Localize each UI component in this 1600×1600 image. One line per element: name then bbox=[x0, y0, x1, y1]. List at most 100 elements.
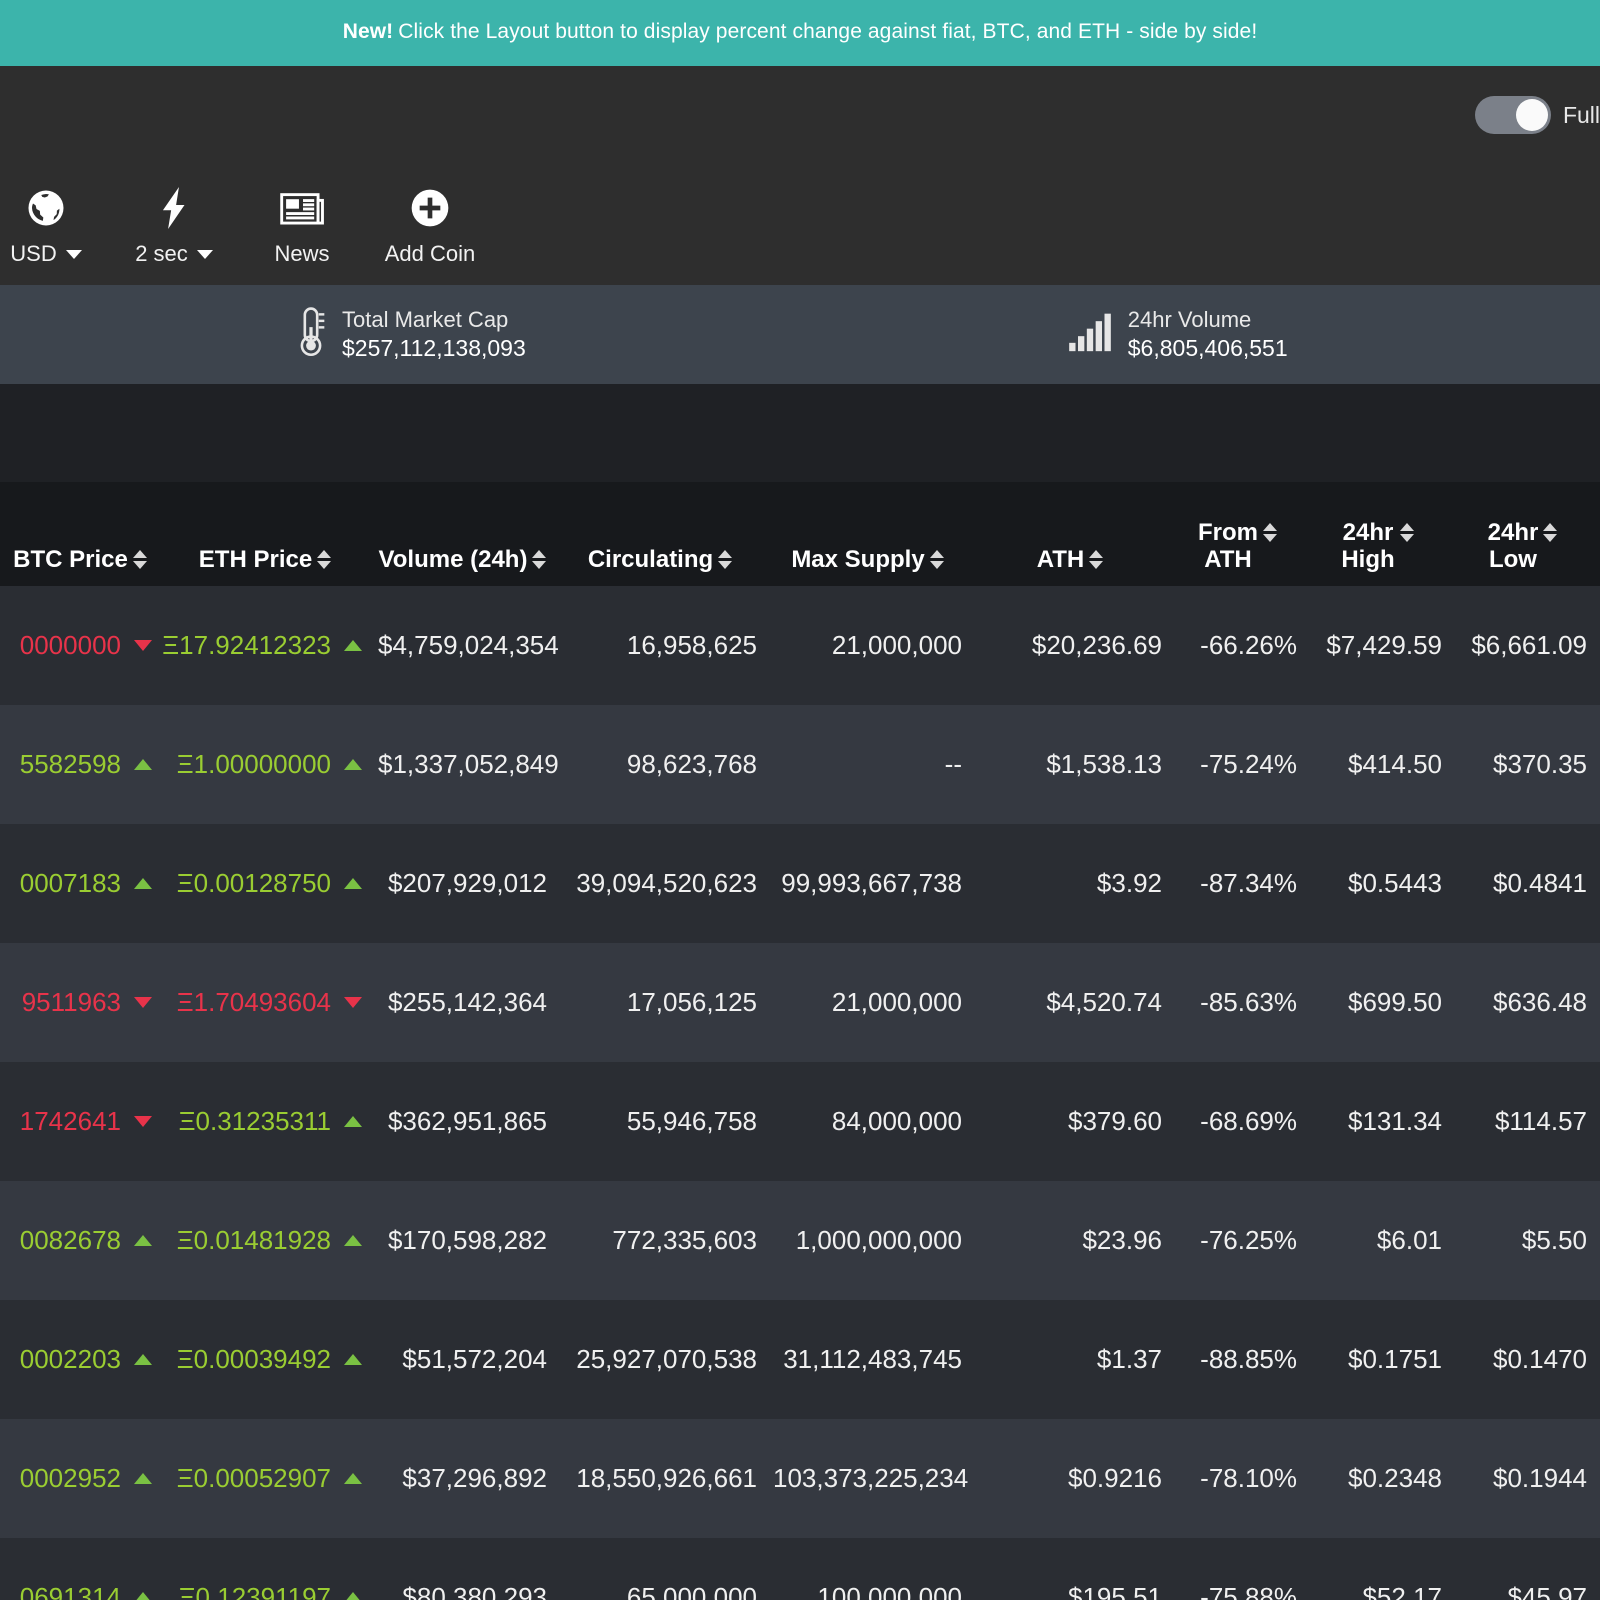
fullscreen-toggle-switch[interactable] bbox=[1474, 96, 1551, 134]
sort-icon[interactable] bbox=[929, 550, 944, 569]
cell-24hr-high: $6.01 bbox=[1376, 1225, 1442, 1255]
triangle-down-icon bbox=[134, 640, 152, 651]
sort-icon[interactable] bbox=[1263, 523, 1277, 543]
volume-24hr-text: 24hr Volume $6,805,406,551 bbox=[1128, 307, 1288, 362]
cell-from-ath: -75.24% bbox=[1200, 749, 1297, 779]
table-body: 0000000 Ξ17.92412323 $4,759,024,354 16,958,… bbox=[0, 586, 1600, 1600]
cell-clipped bbox=[1595, 943, 1600, 1062]
cell-volume-24h: $1,337,052,849 bbox=[378, 749, 559, 779]
cell-eth-price-value: Ξ0.00128750 bbox=[176, 868, 331, 898]
sort-icon[interactable] bbox=[132, 550, 147, 569]
column-header-max-supply[interactable]: Max Supply bbox=[765, 482, 970, 586]
total-market-cap-text: Total Market Cap $257,112,138,093 bbox=[342, 307, 526, 362]
fullscreen-toggle-group[interactable]: Full bbox=[1474, 96, 1600, 134]
cell-volume-24h: $362,951,865 bbox=[387, 1106, 547, 1136]
cell-from-ath: -76.25% bbox=[1200, 1225, 1297, 1255]
refresh-interval-value: 2 sec bbox=[135, 241, 188, 266]
sort-icon[interactable] bbox=[317, 550, 332, 569]
cell-clipped: $ bbox=[1595, 586, 1600, 705]
table-top-spacer bbox=[0, 384, 1600, 482]
cell-eth-price: Ξ1.00000000 bbox=[160, 705, 370, 824]
column-header-volume-24h[interactable]: Volume (24h) bbox=[370, 482, 555, 586]
cell-circulating: 25,927,070,538 bbox=[576, 1344, 757, 1374]
cell-btc-price-value: 0002952 bbox=[19, 1463, 121, 1493]
column-header-max-supply-label: Max Supply bbox=[791, 546, 925, 573]
cell-btc-price-value: 0002203 bbox=[19, 1344, 121, 1374]
triangle-down-icon bbox=[344, 997, 362, 1008]
cell-24hr-low: $0.1470 bbox=[1493, 1344, 1587, 1374]
column-header-24hr-high[interactable]: 24hr High bbox=[1305, 482, 1450, 586]
sort-icon[interactable] bbox=[1543, 523, 1558, 543]
add-coin-button-label: Add Coin bbox=[384, 241, 476, 266]
cell-btc-price-value: 0007183 bbox=[19, 868, 121, 898]
triangle-up-icon bbox=[344, 878, 362, 889]
cell-clipped bbox=[1595, 1181, 1600, 1300]
cell-24hr-high: $699.50 bbox=[1348, 987, 1442, 1017]
cell-ath: $20,236.69 bbox=[1031, 630, 1162, 660]
cell-ath: $23.96 bbox=[1082, 1225, 1162, 1255]
refresh-interval-selector[interactable]: 2 sec bbox=[110, 185, 238, 267]
sort-icon[interactable] bbox=[1089, 550, 1104, 569]
cell-max-supply: 84,000,000 bbox=[831, 1106, 962, 1136]
add-coin-button[interactable]: Add Coin bbox=[366, 185, 494, 267]
table-row[interactable]: 0691314 Ξ0.12391197 $80,380,293 65,000,000 1… bbox=[0, 1538, 1600, 1600]
refresh-interval-label: 2 sec bbox=[135, 241, 213, 267]
cell-from-ath: -87.34% bbox=[1200, 868, 1297, 898]
cell-btc-price-value: 0691314 bbox=[19, 1582, 121, 1600]
table-row[interactable]: 0002203 Ξ0.00039492 $51,572,204 25,927,070,… bbox=[0, 1300, 1600, 1419]
triangle-up-icon bbox=[134, 1592, 152, 1600]
column-header-from-ath[interactable]: From ATH bbox=[1170, 482, 1305, 586]
cell-circulating: 18,550,926,661 bbox=[576, 1463, 757, 1493]
table-row[interactable]: 0000000 Ξ17.92412323 $4,759,024,354 16,958,… bbox=[0, 586, 1600, 705]
column-header-btc-price[interactable]: BTC Price bbox=[0, 482, 160, 586]
cell-circulating: 39,094,520,623 bbox=[576, 868, 757, 898]
cell-24hr-high: $0.1751 bbox=[1348, 1344, 1442, 1374]
sort-icon[interactable] bbox=[532, 550, 547, 569]
table-row[interactable]: 1742641 Ξ0.31235311 $362,951,865 55,946,758… bbox=[0, 1062, 1600, 1181]
column-header-circulating[interactable]: Circulating bbox=[555, 482, 765, 586]
cell-ath: $0.9216 bbox=[1068, 1463, 1162, 1493]
cell-volume-24h: $207,929,012 bbox=[387, 868, 547, 898]
cell-max-supply: 31,112,483,745 bbox=[783, 1344, 962, 1374]
toolbar-region: Full USD 2 sec News Add Coin bbox=[0, 66, 1600, 285]
cell-eth-price-value: Ξ1.00000000 bbox=[176, 749, 331, 779]
triangle-up-icon bbox=[344, 1592, 362, 1600]
cell-clipped: $ bbox=[1595, 824, 1600, 943]
thermometer-icon bbox=[296, 306, 326, 363]
table-row[interactable]: 0002952 Ξ0.00052907 $37,296,892 18,550,926,… bbox=[0, 1419, 1600, 1538]
triangle-up-icon bbox=[134, 759, 152, 770]
table-row[interactable]: 0007183 Ξ0.00128750 $207,929,012 39,094,520… bbox=[0, 824, 1600, 943]
total-market-cap-stat: Total Market Cap $257,112,138,093 bbox=[296, 306, 526, 363]
cell-eth-price: Ξ0.12391197 bbox=[160, 1538, 370, 1600]
table-row[interactable]: 0082678 Ξ0.01481928 $170,598,282 772,335,60… bbox=[0, 1181, 1600, 1300]
cell-24hr-high: $131.34 bbox=[1348, 1106, 1442, 1136]
cell-btc-price: 9511963 bbox=[0, 943, 160, 1062]
cell-ath: $195.51 bbox=[1068, 1582, 1162, 1600]
cell-btc-price-value: 0000000 bbox=[19, 630, 121, 660]
cell-24hr-low: $370.35 bbox=[1493, 749, 1587, 779]
cell-clipped: $ bbox=[1595, 1300, 1600, 1419]
sort-icon[interactable] bbox=[1399, 523, 1414, 543]
column-header-eth-price[interactable]: ETH Price bbox=[160, 482, 370, 586]
cell-ath: $4,520.74 bbox=[1046, 987, 1162, 1017]
total-market-cap-value: $257,112,138,093 bbox=[342, 334, 526, 361]
cell-max-supply: 21,000,000 bbox=[831, 987, 962, 1017]
table-row[interactable]: 9511963 Ξ1.70493604 $255,142,364 17,056,125… bbox=[0, 943, 1600, 1062]
table-row[interactable]: 5582598 Ξ1.00000000 $1,337,052,849 98,623,7… bbox=[0, 705, 1600, 824]
column-header-24hr-low[interactable]: 24hr Low bbox=[1450, 482, 1595, 586]
cell-volume-24h: $255,142,364 bbox=[387, 987, 547, 1017]
column-header-ath[interactable]: ATH bbox=[970, 482, 1170, 586]
cell-volume-24h: $4,759,024,354 bbox=[378, 630, 559, 660]
toolbar-items: USD 2 sec News Add Coin bbox=[0, 185, 494, 267]
currency-selector[interactable]: USD bbox=[0, 185, 110, 267]
cell-circulating: 98,623,768 bbox=[626, 749, 757, 779]
cell-volume-24h: $37,296,892 bbox=[402, 1463, 547, 1493]
column-header-from-ath-label: From bbox=[1198, 519, 1258, 547]
news-button[interactable]: News bbox=[238, 185, 366, 267]
promo-banner[interactable]: New! Click the Layout button to display … bbox=[0, 0, 1600, 66]
sort-icon[interactable] bbox=[718, 550, 733, 569]
cell-volume-24h: $51,572,204 bbox=[402, 1344, 547, 1374]
cell-eth-price: Ξ0.00052907 bbox=[160, 1419, 370, 1538]
cell-btc-price: 0002952 bbox=[0, 1419, 160, 1538]
cell-volume-24h: $170,598,282 bbox=[387, 1225, 547, 1255]
